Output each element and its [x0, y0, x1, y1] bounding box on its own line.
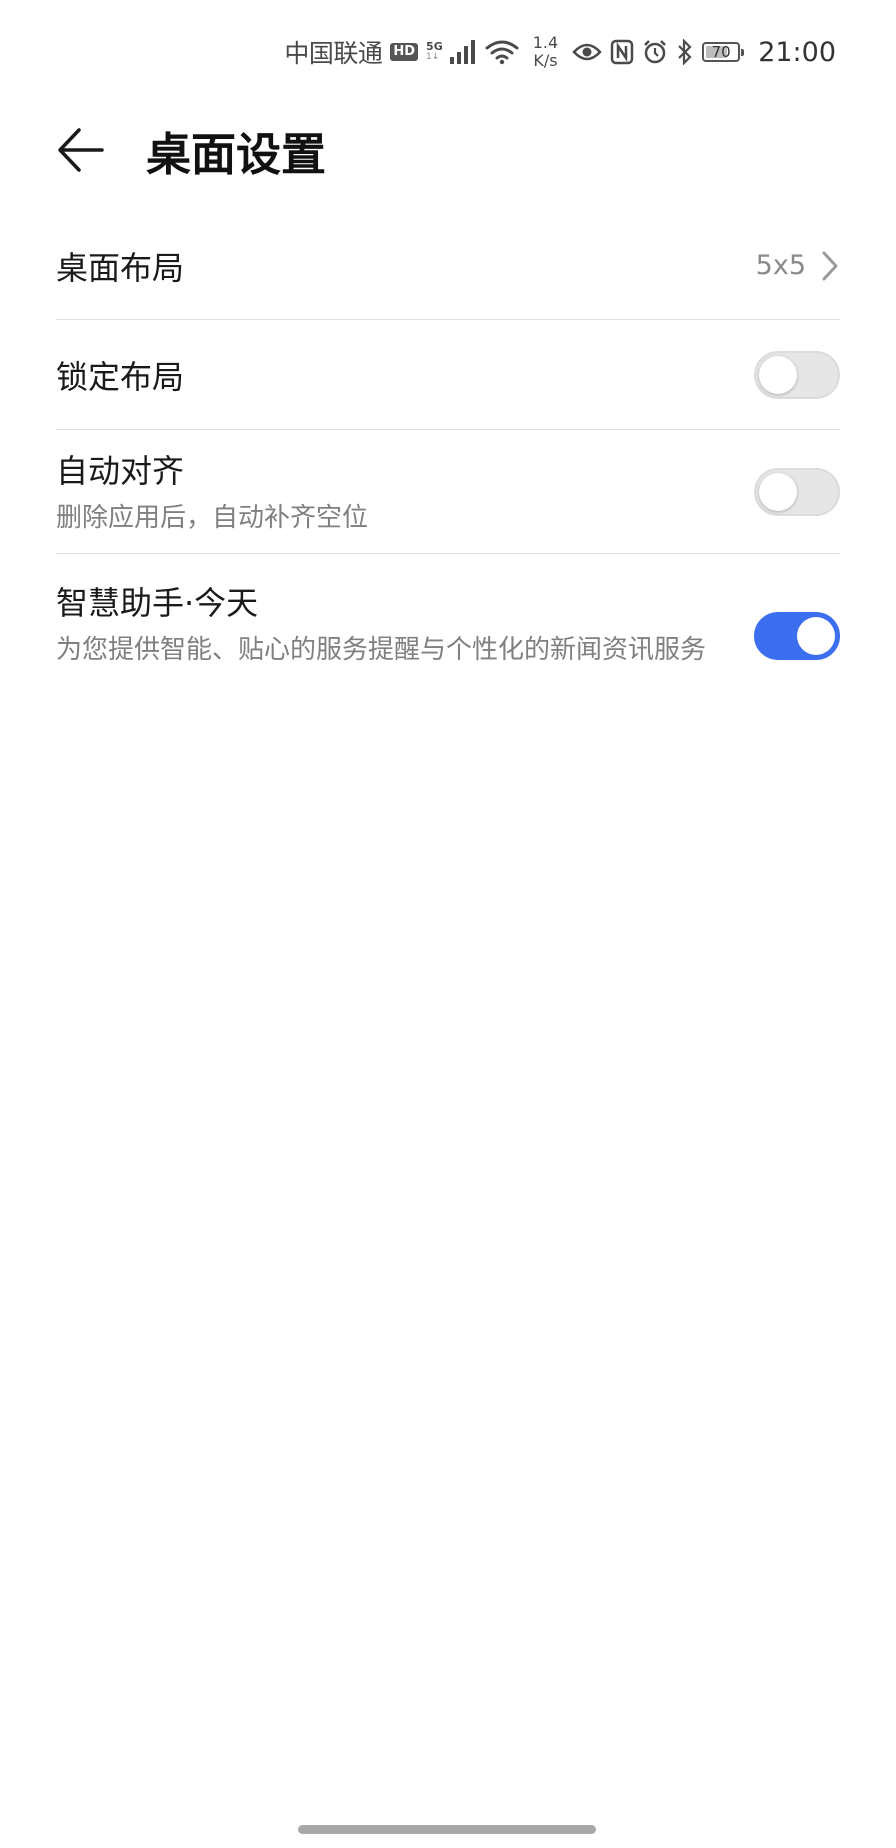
header: 桌面设置 [56, 110, 840, 190]
hd-badge: HD [390, 43, 419, 61]
nfc-icon [610, 39, 634, 65]
desktop-layout-right: 5x5 [756, 250, 840, 282]
wifi-icon [485, 39, 519, 65]
auto-align-text: 自动对齐 删除应用后，自动补齐空位 [56, 446, 368, 537]
lock-layout-text: 锁定布局 [56, 352, 184, 398]
settings-list: 桌面布局 5x5 锁定布局 自动对齐 删除应用后，自动补齐空位 智慧助手·今天 … [56, 212, 840, 714]
auto-align-toggle[interactable] [754, 467, 840, 516]
eye-icon [572, 41, 602, 63]
smart-assistant-toggle[interactable] [754, 612, 840, 660]
bluetooth-icon [676, 39, 694, 65]
network-sub-label: 1↓ [426, 52, 440, 62]
battery-level: 70 [711, 43, 731, 61]
toggle-knob [759, 472, 797, 511]
lock-layout-toggle[interactable] [754, 350, 840, 399]
network-speed: 1.4 K/s [533, 34, 558, 70]
lock-layout-title: 锁定布局 [56, 357, 185, 396]
desktop-layout-text: 桌面布局 [56, 243, 184, 289]
smart-assistant-title: 智慧助手·今天 [56, 584, 259, 622]
toggle-knob [759, 355, 797, 394]
desktop-layout-value: 5x5 [755, 250, 806, 281]
signal-icon [449, 39, 477, 65]
network-type: 5G 1↓ [426, 41, 443, 63]
clock: 21:00 [758, 36, 836, 68]
smart-assistant-row: 智慧助手·今天 为您提供智能、贴心的服务提醒与个性化的新闻资讯服务 [56, 554, 840, 714]
back-arrow-icon [58, 128, 104, 172]
carrier-name: 中国联通 [284, 39, 383, 68]
smart-assistant-subtitle: 为您提供智能、贴心的服务提醒与个性化的新闻资讯服务 [56, 635, 707, 665]
network-type-label: 5G [426, 40, 443, 53]
toggle-knob [797, 617, 835, 655]
alarm-icon [642, 39, 668, 65]
speed-unit: K/s [533, 51, 558, 70]
desktop-layout-row[interactable]: 桌面布局 5x5 [56, 212, 840, 320]
auto-align-subtitle: 删除应用后，自动补齐空位 [56, 503, 369, 533]
lock-layout-row: 锁定布局 [56, 320, 840, 430]
status-bar: 中国联通 HD 5G 1↓ 1.4 K/s 70 21:00 [284, 30, 836, 74]
smart-assistant-text: 智慧助手·今天 为您提供智能、贴心的服务提醒与个性化的新闻资讯服务 [56, 578, 706, 669]
auto-align-row: 自动对齐 删除应用后，自动补齐空位 [56, 430, 840, 554]
speed-value: 1.4 [532, 33, 559, 52]
back-button[interactable] [56, 120, 116, 180]
desktop-layout-title: 桌面布局 [56, 248, 185, 287]
gesture-navigation-bar[interactable] [298, 1825, 596, 1834]
auto-align-title: 自动对齐 [56, 452, 185, 490]
chevron-right-icon [822, 251, 838, 280]
page-title: 桌面设置 [146, 127, 327, 181]
battery-icon: 70 [702, 42, 745, 62]
